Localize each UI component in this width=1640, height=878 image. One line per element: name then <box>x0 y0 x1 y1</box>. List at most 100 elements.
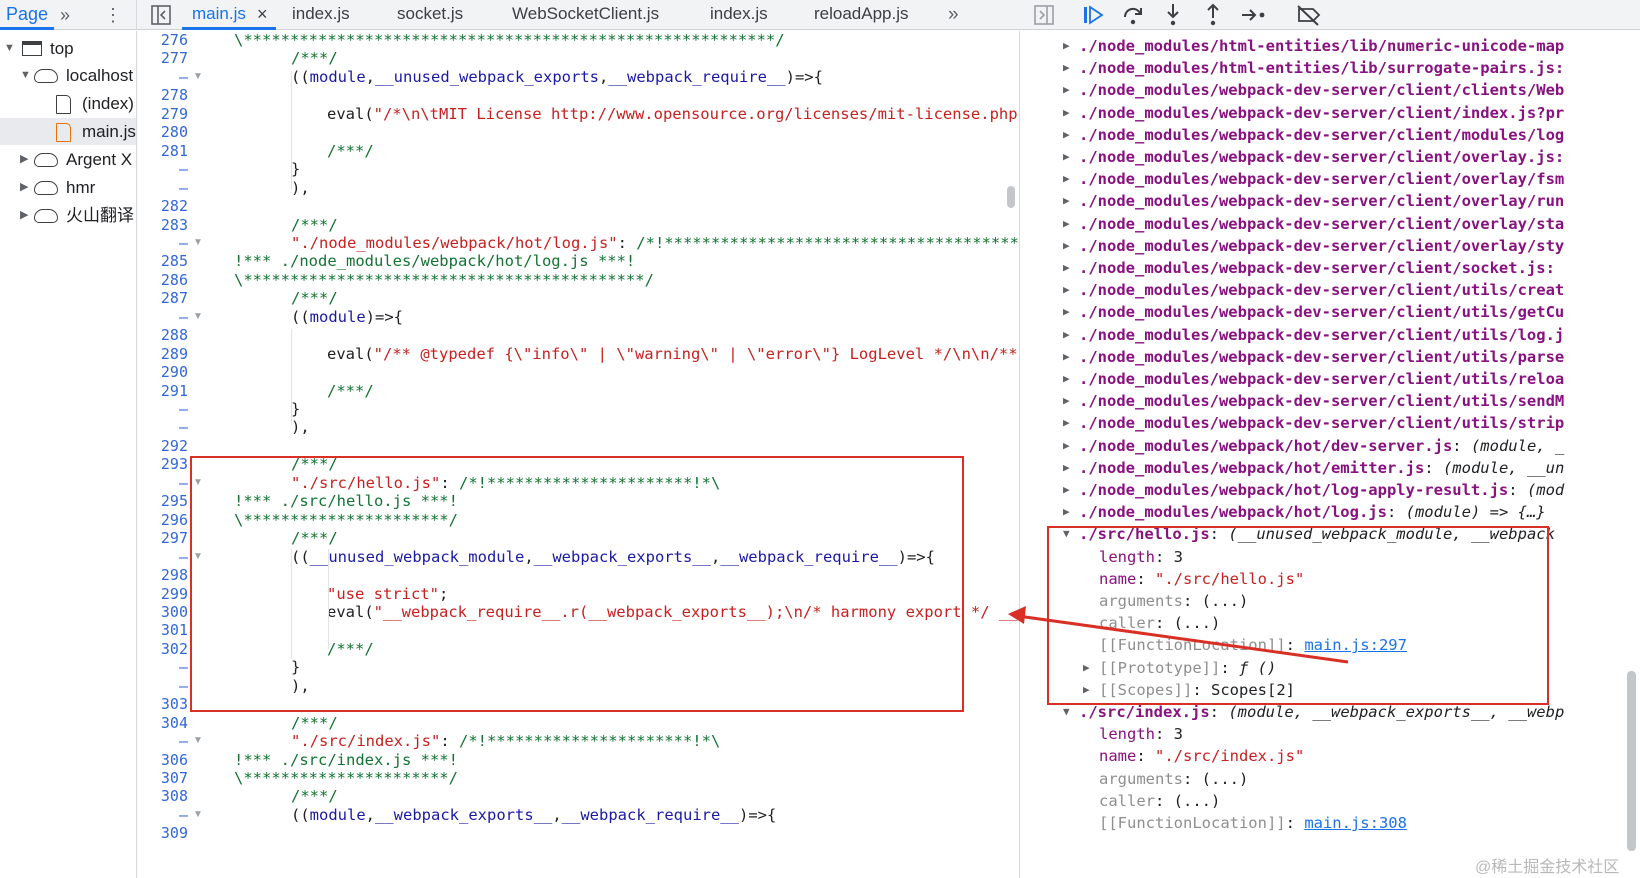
line-number[interactable]: 283 <box>138 216 188 234</box>
line-number[interactable]: 299 <box>138 585 188 603</box>
close-tab-icon[interactable]: × <box>257 0 268 30</box>
editor-scrollbar-thumb[interactable] <box>1007 186 1015 208</box>
collapsed-triangle-icon[interactable]: ▶ <box>1063 457 1070 479</box>
deactivate-breakpoints-icon[interactable] <box>1296 4 1322 26</box>
line-number[interactable]: 276 <box>138 31 188 49</box>
step-out-icon[interactable] <box>1203 3 1223 27</box>
line-number[interactable]: – <box>138 418 188 436</box>
line-number[interactable]: 291 <box>138 382 188 400</box>
fold-toggle-icon[interactable]: ▼ <box>193 308 203 326</box>
module-entry[interactable]: ▶ ./node_modules/html-entities/lib/surrog… <box>1063 57 1564 79</box>
fold-toggle-icon[interactable]: ▼ <box>193 806 203 824</box>
line-number[interactable]: 309 <box>138 824 188 842</box>
collapsed-triangle-icon[interactable]: ▶ <box>1063 346 1070 368</box>
collapsed-triangle-icon[interactable]: ▶ <box>1063 368 1070 390</box>
property-caller[interactable]: caller: (...) <box>1099 790 1220 812</box>
step-over-icon[interactable] <box>1122 4 1144 26</box>
tree-item-argent-x[interactable]: ▶ Argent X <box>0 146 136 173</box>
line-number[interactable]: 304 <box>138 714 188 732</box>
collapsed-triangle-icon[interactable]: ▶ <box>20 146 28 173</box>
file-tab-websocketclient-js[interactable]: WebSocketClient.js <box>512 0 659 30</box>
module-entry[interactable]: ▶ ./node_modules/webpack-dev-server/clien… <box>1063 257 1555 279</box>
fold-toggle-icon[interactable]: ▼ <box>193 732 203 750</box>
file-tab-index-js-2[interactable]: index.js <box>710 0 768 30</box>
module-entry[interactable]: ▶ ./node_modules/webpack-dev-server/clien… <box>1063 102 1564 124</box>
collapsed-triangle-icon[interactable]: ▶ <box>1063 190 1070 212</box>
line-number[interactable]: – <box>138 677 188 695</box>
line-number[interactable]: 298 <box>138 566 188 584</box>
module-entry[interactable]: ▶ ./node_modules/webpack-dev-server/clien… <box>1063 412 1564 434</box>
line-number[interactable]: – <box>138 68 188 86</box>
line-number[interactable]: – <box>138 806 188 824</box>
property-name[interactable]: name: "./src/index.js" <box>1099 745 1304 767</box>
collapsed-triangle-icon[interactable]: ▶ <box>1063 301 1070 323</box>
collapsed-triangle-icon[interactable]: ▶ <box>1063 279 1070 301</box>
property-length[interactable]: length: 3 <box>1099 723 1183 745</box>
file-tab-socket-js[interactable]: socket.js <box>397 0 463 30</box>
inspector-scrollbar-thumb[interactable] <box>1627 671 1636 851</box>
collapsed-triangle-icon[interactable]: ▶ <box>1063 435 1070 457</box>
function-location-link[interactable]: main.js:308 <box>1304 814 1407 832</box>
line-number[interactable]: 282 <box>138 197 188 215</box>
page-tab[interactable]: Page <box>6 4 48 25</box>
line-number[interactable]: – <box>138 234 188 252</box>
collapsed-triangle-icon[interactable]: ▶ <box>20 202 28 229</box>
line-number[interactable]: 307 <box>138 769 188 787</box>
tree-item-top[interactable]: ▼ top <box>0 35 136 62</box>
fold-toggle-icon[interactable]: ▼ <box>193 234 203 252</box>
expand-triangle-icon[interactable]: ▼ <box>4 35 15 62</box>
toggle-debugger-icon[interactable] <box>1034 5 1054 25</box>
line-number[interactable]: 281 <box>138 142 188 160</box>
collapsed-triangle-icon[interactable]: ▶ <box>1063 412 1070 434</box>
module-entry[interactable]: ▶ ./node_modules/webpack-dev-server/clien… <box>1063 213 1564 235</box>
line-number[interactable]: 279 <box>138 105 188 123</box>
collapsed-triangle-icon[interactable]: ▶ <box>1063 146 1070 168</box>
line-number[interactable]: 300 <box>138 603 188 621</box>
module-entry[interactable]: ▶ ./node_modules/webpack/hot/log-apply-re… <box>1063 479 1564 501</box>
fold-toggle-icon[interactable]: ▼ <box>193 474 203 492</box>
collapsed-triangle-icon[interactable]: ▶ <box>1063 479 1070 501</box>
line-number[interactable]: 306 <box>138 751 188 769</box>
tree-item-hmr[interactable]: ▶ hmr <box>0 174 136 201</box>
collapsed-triangle-icon[interactable]: ▶ <box>1063 257 1070 279</box>
line-number-gutter[interactable]: 276 277–278 279 280 281– –282 283–285 286 287–28… <box>138 31 188 878</box>
file-tab-main-js[interactable]: main.js <box>192 0 246 30</box>
line-number[interactable]: 278 <box>138 86 188 104</box>
module-entry[interactable]: ▶ ./node_modules/webpack-dev-server/clien… <box>1063 146 1564 168</box>
module-entry[interactable]: ▶ ./node_modules/webpack-dev-server/clien… <box>1063 346 1564 368</box>
line-number[interactable]: 289 <box>138 345 188 363</box>
line-number[interactable]: 287 <box>138 289 188 307</box>
line-number[interactable]: – <box>138 179 188 197</box>
collapsed-triangle-icon[interactable]: ▶ <box>1063 213 1070 235</box>
line-number[interactable]: 277 <box>138 49 188 67</box>
module-entry[interactable]: ▶ ./node_modules/webpack-dev-server/clien… <box>1063 279 1564 301</box>
line-number[interactable]: 295 <box>138 492 188 510</box>
more-tabs-icon[interactable]: » <box>60 0 70 30</box>
collapsed-triangle-icon[interactable]: ▶ <box>1063 168 1070 190</box>
collapsed-triangle-icon[interactable]: ▶ <box>1063 235 1070 257</box>
line-number[interactable]: – <box>138 732 188 750</box>
property-function-location[interactable]: [[FunctionLocation]]: main.js:308 <box>1099 812 1407 834</box>
module-entry[interactable]: ▶ ./node_modules/webpack-dev-server/clien… <box>1063 79 1564 101</box>
collapsed-triangle-icon[interactable]: ▶ <box>1063 124 1070 146</box>
module-entry[interactable]: ▶ ./node_modules/webpack/hot/dev-server.j… <box>1063 435 1564 457</box>
line-number[interactable]: – <box>138 308 188 326</box>
file-tab-reloadapp-js[interactable]: reloadApp.js <box>814 0 909 30</box>
line-number[interactable]: 285 <box>138 252 188 270</box>
module-entry[interactable]: ▶ ./node_modules/html-entities/lib/numeri… <box>1063 35 1564 57</box>
module-entry[interactable]: ▶ ./node_modules/webpack/hot/log.js: (mod… <box>1063 501 1546 523</box>
collapsed-triangle-icon[interactable]: ▶ <box>1063 79 1070 101</box>
line-number[interactable]: 308 <box>138 787 188 805</box>
module-entry[interactable]: ▶ ./node_modules/webpack-dev-server/clien… <box>1063 324 1564 346</box>
collapsed-triangle-icon[interactable]: ▶ <box>1063 390 1070 412</box>
tree-item-localhost[interactable]: ▼ localhost <box>0 62 136 89</box>
object-inspector[interactable]: ▶ ./node_modules/html-entities/lib/numeri… <box>1021 31 1640 878</box>
line-number[interactable]: – <box>138 474 188 492</box>
module-entry[interactable]: ▶ ./node_modules/webpack/hot/emitter.js: … <box>1063 457 1564 479</box>
line-number[interactable]: – <box>138 160 188 178</box>
module-entry[interactable]: ▶ ./node_modules/webpack-dev-server/clien… <box>1063 368 1564 390</box>
step-icon[interactable] <box>1240 6 1268 24</box>
module-entry[interactable]: ▶ ./node_modules/webpack-dev-server/clien… <box>1063 390 1564 412</box>
file-tab-index-js[interactable]: index.js <box>292 0 350 30</box>
step-into-icon[interactable] <box>1163 3 1183 27</box>
